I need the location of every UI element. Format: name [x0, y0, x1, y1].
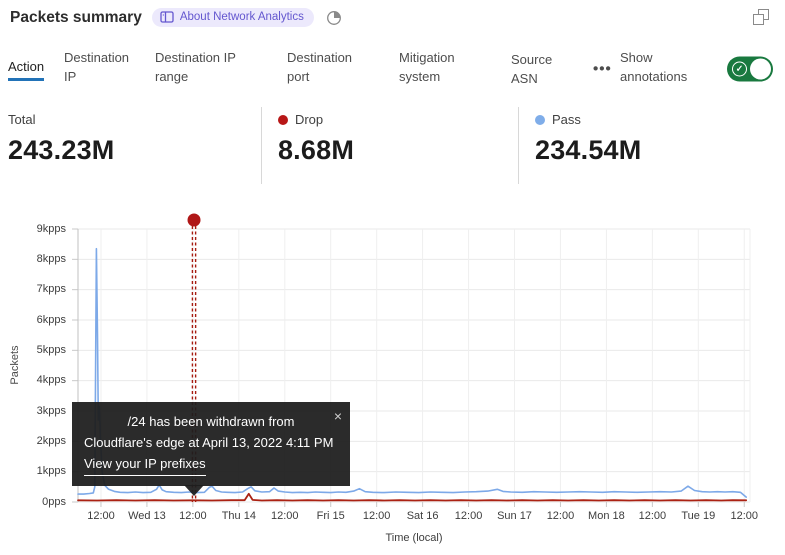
y-tick-label: 0pps [4, 496, 66, 508]
drop-series-dot [278, 115, 288, 125]
about-network-analytics-badge[interactable]: About Network Analytics [152, 8, 314, 27]
panel-header: Packets summary About Network Analytics [10, 8, 342, 27]
tab-mitigation-system[interactable]: Mitigation system [399, 48, 479, 86]
page-title: Packets summary [10, 9, 142, 27]
stat-value: 8.68M [278, 135, 518, 166]
stat-pass: Pass 234.54M [518, 107, 777, 184]
chart-plot-area [0, 208, 785, 555]
x-axis-title: Time (local) [78, 532, 750, 544]
show-annotations-toggle[interactable]: ✓ [727, 57, 773, 82]
tab-destination-ip-range[interactable]: Destination IP range [155, 48, 259, 86]
tab-destination-ip[interactable]: Destination IP [64, 48, 144, 86]
stat-label: Total [8, 112, 261, 127]
packets-chart: Packets Time (local) × /24 has been with… [0, 208, 785, 555]
stat-value: 234.54M [535, 135, 777, 166]
tab-bar: Source ASN Mitigation system Destination p… [8, 42, 777, 96]
stat-drop: Drop 8.68M [261, 107, 518, 184]
y-tick-label: 3kpps [4, 405, 66, 417]
expand-panel-icon[interactable] [753, 9, 769, 25]
stats-row: Total 243.23M Drop 8.68M Pass 234.54M [8, 107, 777, 184]
show-annotations-label: Show annotations [620, 48, 706, 86]
y-tick-label: 6kpps [4, 314, 66, 326]
tooltip-line2: Cloudflare's edge at April 13, 2022 4:11… [84, 432, 338, 453]
stat-total: Total 243.23M [8, 107, 261, 184]
about-badge-label: About Network Analytics [180, 11, 304, 23]
annotation-tooltip: × /24 has been withdrawn from Cloudflare… [72, 402, 350, 486]
y-tick-label: 4kpps [4, 374, 66, 386]
time-range-pie-icon[interactable] [326, 10, 342, 26]
stat-label: Pass [535, 112, 777, 127]
tooltip-caret [184, 485, 204, 496]
more-tabs-button[interactable]: ••• [593, 61, 612, 78]
pass-series-dot [535, 115, 545, 125]
expand-icon-front-square [753, 14, 764, 25]
y-tick-label: 7kpps [4, 283, 66, 295]
tab-destination-port[interactable]: Destination port [287, 48, 371, 86]
stat-value: 243.23M [8, 135, 261, 166]
stat-label: Drop [278, 112, 518, 127]
tab-action[interactable]: Action [8, 57, 44, 81]
tab-source-asn[interactable]: Source ASN [511, 50, 571, 88]
x-tick-label: 12:00 [709, 510, 779, 522]
y-tick-label: 9kpps [4, 223, 66, 235]
y-tick-label: 8kpps [4, 253, 66, 265]
view-ip-prefixes-link[interactable]: View your IP prefixes [84, 453, 206, 476]
toggle-knob [750, 59, 771, 80]
book-icon [160, 11, 174, 23]
tooltip-line1: /24 has been withdrawn from [84, 411, 338, 432]
y-tick-label: 5kpps [4, 344, 66, 356]
toggle-check-icon: ✓ [732, 61, 747, 76]
tooltip-close-icon[interactable]: × [334, 406, 342, 427]
y-tick-label: 1kpps [4, 465, 66, 477]
y-tick-label: 2kpps [4, 435, 66, 447]
